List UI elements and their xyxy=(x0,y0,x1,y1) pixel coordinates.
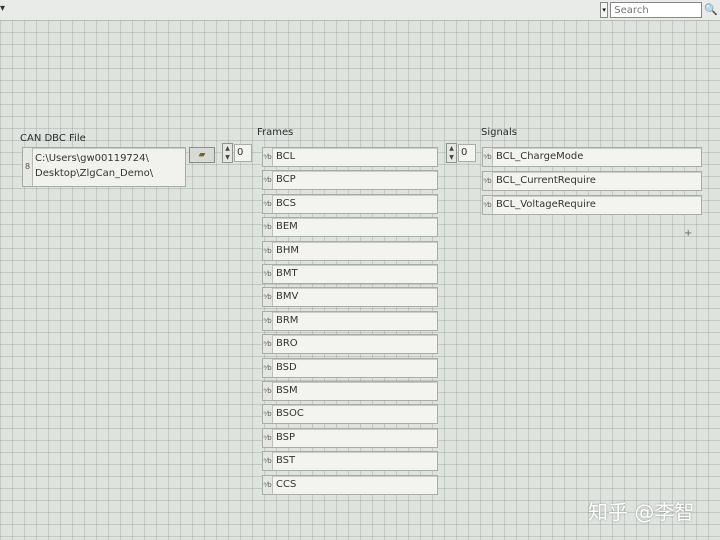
frames-item[interactable]: ᵃ⁄b BSD xyxy=(262,357,438,378)
frames-item[interactable]: ᵃ⁄b BHM xyxy=(262,240,438,261)
string-type-icon: ᵃ⁄b xyxy=(483,148,493,166)
frames-item-label: BSOC xyxy=(276,408,304,420)
frames-item[interactable]: ᵃ⁄b BMT xyxy=(262,264,438,284)
signals-label: Signals xyxy=(481,127,517,138)
frames-item[interactable]: ᵃ⁄b BRO xyxy=(262,334,438,355)
magnifier-icon[interactable]: 🔍 xyxy=(704,3,718,17)
frames-index-value[interactable]: 0 xyxy=(234,144,252,162)
string-type-icon: ᵃ⁄b xyxy=(263,288,273,307)
string-type-icon: ᵃ⁄b xyxy=(483,195,493,214)
signals-index-control[interactable]: ▲ ▼ 0 xyxy=(446,143,476,163)
frames-item[interactable]: ᵃ⁄b BCS xyxy=(262,193,438,214)
search-box: ▾ 🔍 xyxy=(600,2,718,18)
string-type-icon: ᵃ⁄b xyxy=(263,265,273,283)
signals-item-label: BCL_ChargeMode xyxy=(496,151,584,162)
signals-item[interactable]: ᵃ⁄b BCL_VoltageRequire xyxy=(482,194,702,215)
dbc-path-text: C:\Users\gw00119724\ Desktop\ZlgCan_Demo… xyxy=(35,153,154,179)
frames-item[interactable]: ᵃ⁄b BCL xyxy=(262,147,438,167)
frames-item[interactable]: ᵃ⁄b CCS xyxy=(262,474,438,495)
frames-item-label: BST xyxy=(276,455,296,467)
frames-index-control[interactable]: ▲ ▼ 0 xyxy=(222,143,252,163)
frames-item[interactable]: ᵃ⁄b BMV xyxy=(262,287,438,308)
string-type-icon: ᵃ⁄b xyxy=(263,452,273,471)
string-type-icon: ᵃ⁄b xyxy=(263,475,273,494)
frames-item-label: BCS xyxy=(276,197,297,209)
chevron-down-icon[interactable]: ▾ xyxy=(0,2,16,16)
cursor-icon: + xyxy=(684,228,693,239)
string-type-icon: ᵃ⁄b xyxy=(263,218,273,237)
frames-item[interactable]: ᵃ⁄b BRM xyxy=(262,310,438,331)
string-type-icon: ᵃ⁄b xyxy=(263,335,273,354)
frames-item-label: BCP xyxy=(276,174,296,186)
string-type-icon: ᵃ⁄b xyxy=(263,311,273,330)
path-type-icon: 8 xyxy=(23,148,33,186)
folder-icon[interactable]: ▰ xyxy=(189,147,215,163)
frames-item-label: BMV xyxy=(276,291,299,303)
frames-item[interactable]: ᵃ⁄b BSP xyxy=(262,427,438,448)
frames-item-label: BRO xyxy=(276,338,298,350)
frames-item[interactable]: ᵃ⁄b BCP xyxy=(262,170,438,191)
frames-item-label: BMT xyxy=(276,268,298,279)
frames-item-label: BEM xyxy=(276,221,298,233)
signals-index-spinner-icon[interactable]: ▲ ▼ xyxy=(446,143,457,163)
frames-item[interactable]: ᵃ⁄b BST xyxy=(262,451,438,472)
frames-item-label: BRM xyxy=(276,314,299,326)
frames-item-label: BHM xyxy=(276,244,300,256)
frames-item-label: BSD xyxy=(276,361,297,373)
frames-item-label: BSM xyxy=(276,385,298,396)
dbc-path-input[interactable]: 8 C:\Users\gw00119724\ Desktop\ZlgCan_De… xyxy=(22,147,186,187)
signals-item[interactable]: ᵃ⁄b BCL_CurrentRequire xyxy=(482,170,702,191)
string-type-icon: ᵃ⁄b xyxy=(263,194,273,213)
signals-index-value[interactable]: 0 xyxy=(458,144,476,162)
string-type-icon: ᵃ⁄b xyxy=(263,171,273,190)
string-type-icon: ᵃ⁄b xyxy=(483,171,493,190)
signals-item-label: BCL_VoltageRequire xyxy=(496,198,596,210)
frames-item[interactable]: ᵃ⁄b BSOC xyxy=(262,404,438,425)
string-type-icon: ᵃ⁄b xyxy=(263,405,273,424)
string-type-icon: ᵃ⁄b xyxy=(263,428,273,447)
signals-item-label: BCL_CurrentRequire xyxy=(496,174,596,186)
frames-item-label: BSP xyxy=(276,431,296,443)
string-type-icon: ᵃ⁄b xyxy=(263,148,273,166)
watermark: 知乎 @李智 xyxy=(588,500,695,524)
frames-item[interactable]: ᵃ⁄b BEM xyxy=(262,217,438,238)
frames-label: Frames xyxy=(257,127,294,138)
string-type-icon: ᵃ⁄b xyxy=(263,382,273,400)
dbc-file-label: CAN DBC File xyxy=(20,133,86,144)
frames-item-label: BCL xyxy=(276,151,296,162)
frames-item[interactable]: ᵃ⁄b BSM xyxy=(262,381,438,401)
string-type-icon: ᵃ⁄b xyxy=(263,241,273,260)
toolbar: ▾ ▾ 🔍 xyxy=(0,0,720,21)
string-type-icon: ᵃ⁄b xyxy=(263,358,273,377)
frames-item-label: CCS xyxy=(276,478,297,490)
search-input[interactable] xyxy=(610,2,703,18)
frames-index-spinner-icon[interactable]: ▲ ▼ xyxy=(222,143,233,163)
signals-item[interactable]: ᵃ⁄b BCL_ChargeMode xyxy=(482,147,702,167)
search-dropdown-icon[interactable]: ▾ xyxy=(600,2,609,18)
